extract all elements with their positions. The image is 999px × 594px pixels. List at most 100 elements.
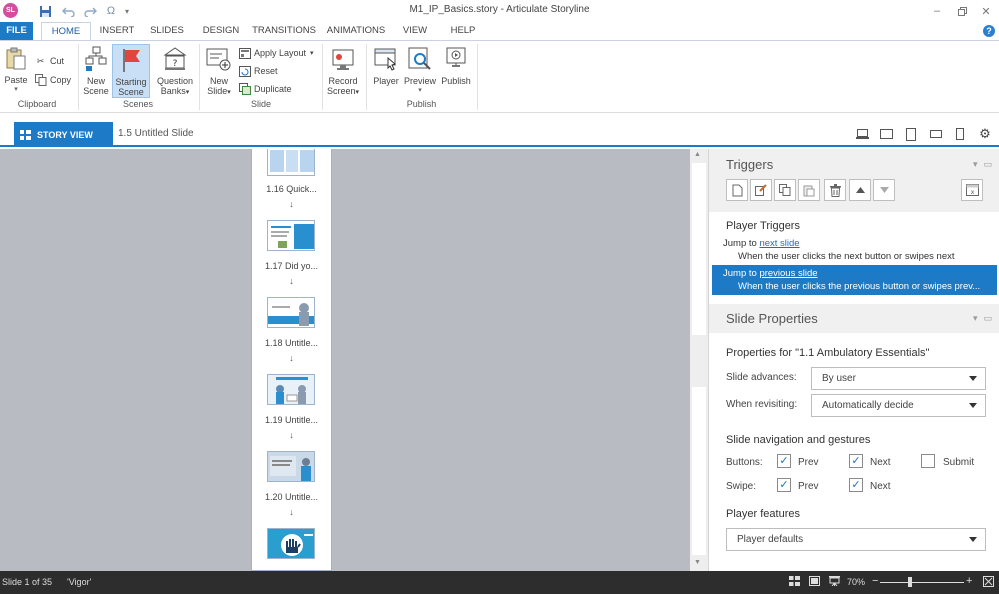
starting-scene-button[interactable]: Starting Scene	[112, 44, 150, 98]
paste-dropdown-icon[interactable]: ▾	[3, 85, 29, 95]
when-revisiting-select[interactable]: Automatically decide	[811, 394, 986, 417]
buttons-label: Buttons:	[726, 457, 763, 468]
tab-view[interactable]: VIEW	[398, 22, 432, 40]
zoom-in-icon[interactable]: +	[966, 575, 972, 587]
new-slide-button[interactable]: New Slide▾	[203, 46, 235, 98]
slide-thumbnail[interactable]	[267, 528, 315, 559]
duplicate-button[interactable]: Duplicate	[238, 81, 292, 97]
settings-icon[interactable]: ⚙	[978, 126, 992, 141]
panel-collapse-icon[interactable]: ▾	[973, 313, 978, 324]
help-icon[interactable]: ?	[983, 25, 995, 37]
scroll-down-icon[interactable]: ▼	[694, 559, 701, 566]
trigger-item[interactable]: Jump to previous slide	[723, 268, 818, 279]
tab-design[interactable]: DESIGN	[198, 22, 244, 40]
fit-to-window-icon[interactable]	[983, 576, 995, 587]
trigger-prefix: Jump to	[723, 238, 757, 249]
copy-icon	[34, 74, 47, 86]
desktop-icon[interactable]	[855, 127, 869, 141]
paste-button[interactable]: Paste ▾	[3, 47, 29, 95]
scroll-up-icon[interactable]: ▲	[694, 151, 701, 158]
new-slide-label-1: New	[209, 76, 228, 86]
tab-insert[interactable]: INSERT	[96, 22, 138, 40]
slide-label: 1.16 Quick...	[266, 184, 317, 194]
flow-arrow-icon: ↓	[289, 353, 294, 363]
slide-thumbnail[interactable]	[267, 374, 315, 405]
trigger-item-selected[interactable]: Jump to previous slide When the user cli…	[712, 265, 997, 295]
swipe-next-checkbox[interactable]: ✓	[849, 478, 863, 492]
new-trigger-icon[interactable]	[726, 179, 748, 201]
normal-view-icon[interactable]	[809, 576, 821, 587]
close-icon[interactable]: ✕	[974, 2, 998, 20]
duplicate-icon	[238, 83, 251, 95]
flow-arrow-icon: ↓	[289, 276, 294, 286]
flow-arrow-icon: ↓	[289, 199, 294, 209]
tablet-landscape-icon[interactable]	[879, 127, 893, 141]
record-label-2: Screen	[326, 86, 356, 96]
phone-portrait-icon[interactable]	[953, 127, 967, 141]
slide-tab[interactable]: 1.5 Untitled Slide	[118, 128, 194, 139]
restore-icon[interactable]	[950, 2, 974, 20]
edit-trigger-icon[interactable]	[750, 179, 772, 201]
tab-slides[interactable]: SLIDES	[146, 22, 188, 40]
preview-button[interactable]: Preview ▾	[403, 46, 437, 96]
zoom-slider-thumb[interactable]	[908, 577, 912, 587]
variables-icon[interactable]: x	[961, 179, 983, 201]
zoom-slider-track[interactable]	[880, 582, 964, 583]
slide-thumbnail[interactable]	[267, 297, 315, 328]
move-up-icon[interactable]	[849, 179, 871, 201]
scrollbar-track-upper[interactable]	[692, 163, 706, 335]
triggers-title: Triggers	[726, 156, 774, 172]
cut-button[interactable]: ✂ Cut	[34, 53, 64, 69]
panel-float-icon[interactable]: ▭	[983, 313, 992, 324]
panel-float-icon[interactable]: ▭	[983, 159, 992, 170]
record-screen-button[interactable]: Record Screen▾	[325, 46, 361, 98]
copy-button[interactable]: Copy	[34, 72, 71, 88]
scrollbar-thumb[interactable]	[692, 387, 706, 555]
slide-thumbnail[interactable]	[267, 451, 315, 482]
delete-trigger-icon[interactable]	[824, 179, 846, 201]
new-scene-button[interactable]: New Scene	[82, 46, 110, 96]
preview-dropdown-icon[interactable]: ▾	[403, 86, 437, 96]
buttons-prev-checkbox[interactable]: ✓	[777, 454, 791, 468]
tab-transitions[interactable]: TRANSITIONS	[250, 22, 318, 40]
story-view-status-icon[interactable]	[789, 576, 801, 587]
story-view-tab[interactable]: STORY VIEW	[14, 122, 113, 147]
zoom-out-icon[interactable]: −	[872, 575, 878, 587]
publish-button[interactable]: Publish	[439, 46, 473, 86]
tab-help[interactable]: HELP	[446, 22, 480, 40]
swipe-prev-checkbox[interactable]: ✓	[777, 478, 791, 492]
player-features-select[interactable]: Player defaults	[726, 528, 986, 551]
trigger-link[interactable]: previous slide	[759, 268, 817, 279]
slide-thumbnail[interactable]	[267, 220, 315, 251]
buttons-submit-checkbox[interactable]	[921, 454, 935, 468]
ribbon: Paste ▾ ✂ Cut Copy Clipboard New Scene St…	[0, 40, 999, 113]
group-separator	[199, 44, 200, 110]
minimize-icon[interactable]: –	[925, 2, 949, 20]
trigger-item[interactable]: Jump to next slide	[723, 238, 800, 249]
panel-collapse-icon[interactable]: ▾	[973, 159, 978, 170]
paste-trigger-icon[interactable]	[798, 179, 820, 201]
slide-advances-value: By user	[822, 373, 856, 384]
slide-advances-select[interactable]: By user	[811, 367, 986, 390]
scene-column[interactable]: 1.16 Quick... ↓ 1.17 Did yo... ↓ 1.18 Un…	[251, 149, 332, 571]
slide-thumbnail[interactable]	[267, 149, 315, 176]
question-banks-button[interactable]: ? Question Banks▾	[154, 46, 196, 98]
tab-animations[interactable]: ANIMATIONS	[326, 22, 386, 40]
new-scene-icon	[85, 46, 107, 71]
trigger-link[interactable]: next slide	[759, 238, 799, 249]
vertical-scrollbar[interactable]: ▲ ▼	[690, 149, 708, 571]
player-button[interactable]: Player	[370, 46, 402, 86]
publish-label: Publish	[441, 76, 471, 86]
tab-home[interactable]: HOME	[41, 22, 91, 41]
tab-file[interactable]: FILE	[0, 22, 33, 40]
reset-button[interactable]: Reset	[238, 63, 278, 79]
move-down-icon[interactable]	[873, 179, 895, 201]
swipe-next-label: Next	[870, 481, 891, 492]
buttons-next-checkbox[interactable]: ✓	[849, 454, 863, 468]
new-slide-dropdown-icon: ▾	[227, 89, 231, 96]
tablet-portrait-icon[interactable]	[904, 127, 918, 141]
phone-landscape-icon[interactable]	[929, 127, 943, 141]
apply-layout-button[interactable]: Apply Layout ▾	[238, 45, 314, 61]
slide-show-icon[interactable]	[829, 576, 841, 587]
copy-trigger-icon[interactable]	[774, 179, 796, 201]
